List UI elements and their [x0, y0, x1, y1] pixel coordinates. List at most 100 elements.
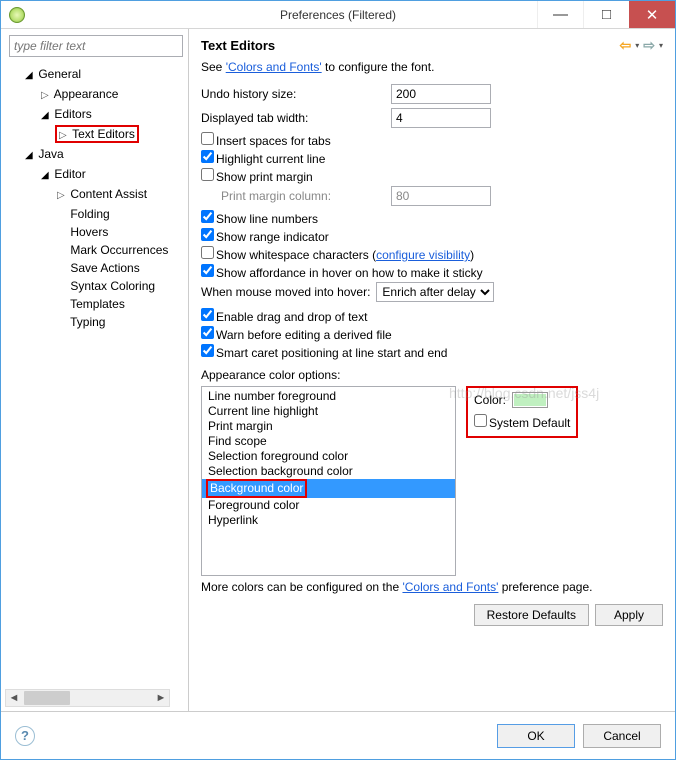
apply-button[interactable]: Apply — [595, 604, 663, 626]
window-controls: — □ ✕ — [537, 1, 675, 28]
tree-item-templates[interactable]: Templates — [57, 295, 184, 313]
scroll-right-icon[interactable]: ► — [153, 692, 169, 704]
show-print-margin-checkbox[interactable] — [201, 168, 214, 181]
show-whitespace-checkbox[interactable] — [201, 246, 214, 259]
warn-derived-checkbox[interactable] — [201, 326, 214, 339]
appearance-item[interactable]: Current line highlight — [202, 404, 455, 419]
expand-icon[interactable]: ◢ — [25, 67, 35, 85]
expand-icon[interactable]: ◢ — [41, 107, 51, 125]
nav-forward-dropdown-icon[interactable]: ▾ — [659, 41, 663, 50]
close-button[interactable]: ✕ — [629, 1, 675, 28]
page-button-row: Restore Defaults Apply — [201, 604, 663, 626]
colors-fonts-link[interactable]: 'Colors and Fonts' — [226, 60, 322, 74]
app-icon — [9, 7, 25, 23]
appearance-item[interactable]: Selection background color — [202, 464, 455, 479]
tree-item-mark-occurrences[interactable]: Mark Occurrences — [57, 241, 184, 259]
appearance-item[interactable]: Background color — [202, 479, 455, 498]
tree-item-text-editors[interactable]: ▷ Text Editors — [57, 125, 184, 145]
color-panel: Color: System Default — [466, 386, 578, 438]
filter-input[interactable] — [9, 35, 183, 57]
appearance-item[interactable]: Hyperlink — [202, 513, 455, 528]
tree-item-editor[interactable]: ◢ Editor ▷ Content Assist Folding Hovers… — [41, 165, 184, 331]
expand-icon[interactable]: ▷ — [59, 127, 69, 145]
tab-width-input[interactable] — [391, 108, 491, 128]
cancel-button[interactable]: Cancel — [583, 724, 661, 748]
highlight-line-label: Highlight current line — [216, 152, 325, 166]
horizontal-scrollbar[interactable]: ◄ ► — [5, 689, 170, 707]
maximize-button[interactable]: □ — [583, 1, 629, 28]
highlight-line-checkbox[interactable] — [201, 150, 214, 163]
enable-dnd-checkbox[interactable] — [201, 308, 214, 321]
show-line-numbers-checkbox[interactable] — [201, 210, 214, 223]
expand-icon[interactable]: ▷ — [57, 187, 67, 205]
insert-spaces-label: Insert spaces for tabs — [216, 134, 331, 148]
more-colors-line: More colors can be configured on the 'Co… — [201, 580, 663, 594]
warn-derived-row: Warn before editing a derived file — [201, 326, 663, 342]
tree-item-content-assist[interactable]: ▷ Content Assist — [57, 185, 184, 205]
main-panel: Text Editors ⇦ ▾ ⇨ ▾ See 'Colors and Fon… — [189, 29, 675, 711]
show-whitespace-row: Show whitespace characters (configure vi… — [201, 246, 663, 262]
restore-defaults-button[interactable]: Restore Defaults — [474, 604, 589, 626]
tree-item-appearance[interactable]: ▷ Appearance — [41, 85, 184, 105]
appearance-item[interactable]: Line number foreground — [202, 389, 455, 404]
enable-dnd-row: Enable drag and drop of text — [201, 308, 663, 324]
expand-icon[interactable]: ◢ — [41, 167, 51, 185]
tab-width-row: Displayed tab width: — [201, 108, 663, 128]
tree-item-general[interactable]: ◢ General ▷ Appearance ◢ Editors ▷ Text … — [25, 65, 184, 145]
help-icon[interactable]: ? — [15, 726, 35, 746]
appearance-item[interactable]: Selection foreground color — [202, 449, 455, 464]
configure-visibility-link[interactable]: configure visibility — [376, 248, 470, 262]
tree-label: Content Assist — [70, 187, 147, 201]
warn-derived-label: Warn before editing a derived file — [216, 328, 392, 342]
tree-label: Editor — [54, 167, 85, 181]
show-print-margin-row: Show print margin — [201, 168, 663, 184]
tree-item-java[interactable]: ◢ Java ◢ Editor ▷ Content Assist Folding… — [25, 145, 184, 331]
content-area: ◢ General ▷ Appearance ◢ Editors ▷ Text … — [1, 29, 675, 711]
tree-item-editors[interactable]: ◢ Editors ▷ Text Editors — [41, 105, 184, 145]
show-affordance-label: Show affordance in hover on how to make … — [216, 266, 483, 280]
nav-forward-icon[interactable]: ⇨ — [643, 37, 655, 54]
smart-caret-checkbox[interactable] — [201, 344, 214, 357]
tree-label: Mark Occurrences — [70, 243, 168, 257]
ok-button[interactable]: OK — [497, 724, 575, 748]
tree-item-typing[interactable]: Typing — [57, 313, 184, 331]
titlebar: Preferences (Filtered) — □ ✕ — [1, 1, 675, 29]
nav-buttons: ⇦ ▾ ⇨ ▾ — [620, 37, 664, 54]
scroll-thumb[interactable] — [24, 691, 70, 705]
tree-label: Folding — [70, 207, 109, 221]
colors-fonts-link-2[interactable]: 'Colors and Fonts' — [402, 580, 498, 594]
dialog-footer: ? OK Cancel — [1, 711, 675, 759]
system-default-checkbox[interactable] — [474, 414, 487, 427]
undo-history-input[interactable] — [391, 84, 491, 104]
page-title: Text Editors — [201, 38, 275, 53]
tree-item-save-actions[interactable]: Save Actions — [57, 259, 184, 277]
nav-back-dropdown-icon[interactable]: ▾ — [635, 41, 639, 50]
appearance-listbox[interactable]: Line number foregroundCurrent line highl… — [201, 386, 456, 576]
mouse-hover-label: When mouse moved into hover: — [201, 285, 370, 299]
show-affordance-row: Show affordance in hover on how to make … — [201, 264, 663, 280]
tree-item-folding[interactable]: Folding — [57, 205, 184, 223]
nav-back-icon[interactable]: ⇦ — [620, 37, 632, 54]
color-row: Color: — [474, 392, 570, 408]
color-swatch-button[interactable] — [512, 392, 548, 408]
insert-spaces-checkbox[interactable] — [201, 132, 214, 145]
expand-icon[interactable]: ▷ — [41, 87, 51, 105]
scroll-track[interactable] — [22, 691, 153, 705]
show-affordance-checkbox[interactable] — [201, 264, 214, 277]
appearance-item[interactable]: Print margin — [202, 419, 455, 434]
show-whitespace-label: Show whitespace characters (configure vi… — [216, 248, 474, 262]
expand-icon[interactable]: ◢ — [25, 147, 35, 165]
tree-label: Save Actions — [70, 261, 139, 275]
tree-item-hovers[interactable]: Hovers — [57, 223, 184, 241]
footer-buttons: OK Cancel — [497, 724, 661, 748]
scroll-left-icon[interactable]: ◄ — [6, 692, 22, 704]
minimize-button[interactable]: — — [537, 1, 583, 28]
tree-item-syntax-coloring[interactable]: Syntax Coloring — [57, 277, 184, 295]
appearance-item[interactable]: Find scope — [202, 434, 455, 449]
appearance-item[interactable]: Foreground color — [202, 498, 455, 513]
tree-label: Syntax Coloring — [70, 279, 155, 293]
show-range-indicator-checkbox[interactable] — [201, 228, 214, 241]
mouse-hover-select[interactable]: Enrich after delay — [376, 282, 494, 302]
tree-label: Typing — [70, 315, 105, 329]
appearance-label: Appearance color options: — [201, 368, 663, 382]
